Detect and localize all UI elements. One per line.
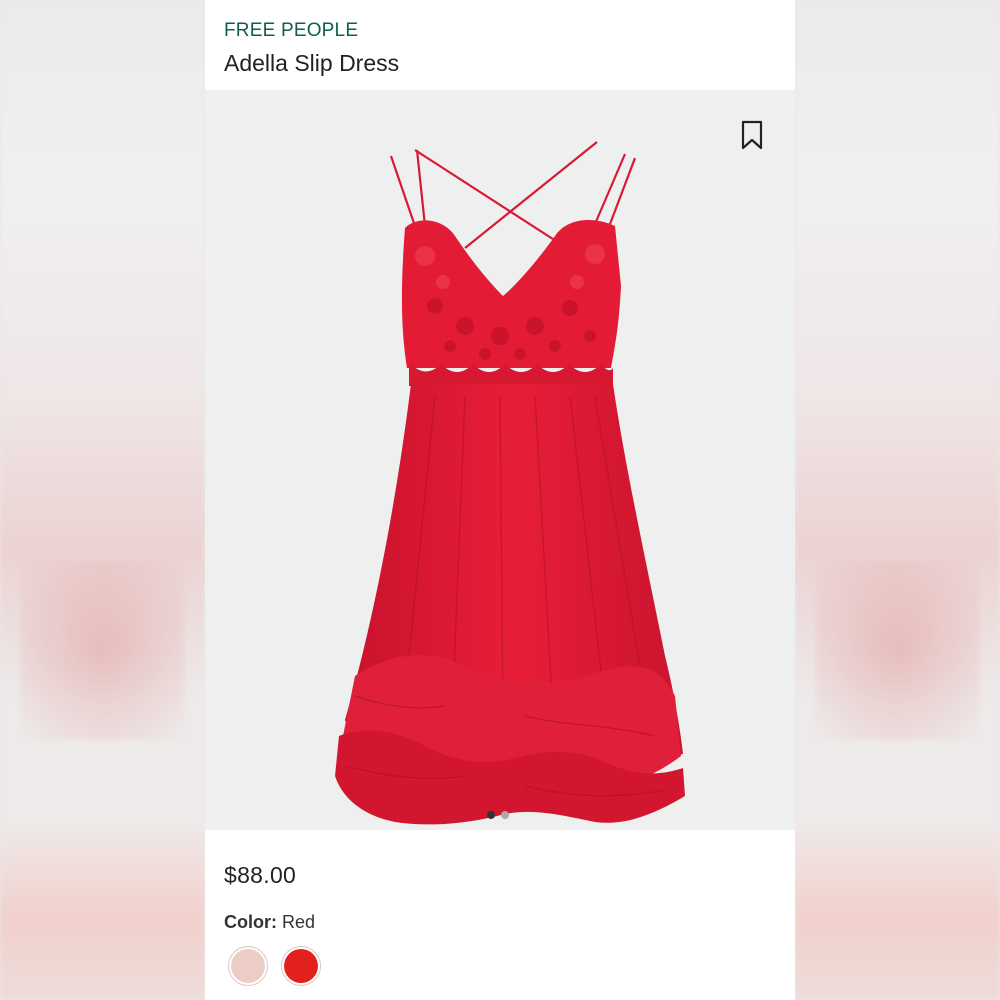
product-price: $88.00	[224, 862, 297, 888]
brand-name[interactable]: FREE PEOPLE	[224, 20, 358, 42]
product-image	[335, 141, 685, 825]
color-label: Color:	[224, 912, 277, 932]
carousel-dot-1[interactable]	[487, 811, 495, 819]
color-swatches	[228, 946, 321, 986]
product-image-carousel[interactable]	[205, 90, 795, 830]
product-card: FREE PEOPLE Adella Slip Dress $88.00 Col…	[205, 0, 795, 1000]
carousel-dot-2[interactable]	[501, 811, 509, 819]
swatch-red-fill	[284, 949, 318, 983]
swatch-blush[interactable]	[228, 946, 268, 986]
color-value: Red	[282, 912, 316, 932]
product-title: Adella Slip Dress	[224, 50, 400, 76]
background-right	[795, 0, 1000, 1000]
swatch-red[interactable]	[281, 946, 321, 986]
swatch-blush-fill	[231, 949, 265, 983]
bookmark-icon[interactable]	[741, 120, 763, 150]
carousel-indicator	[487, 811, 509, 819]
background-left	[0, 0, 205, 1000]
color-selection-label: Color: Red	[224, 912, 315, 933]
